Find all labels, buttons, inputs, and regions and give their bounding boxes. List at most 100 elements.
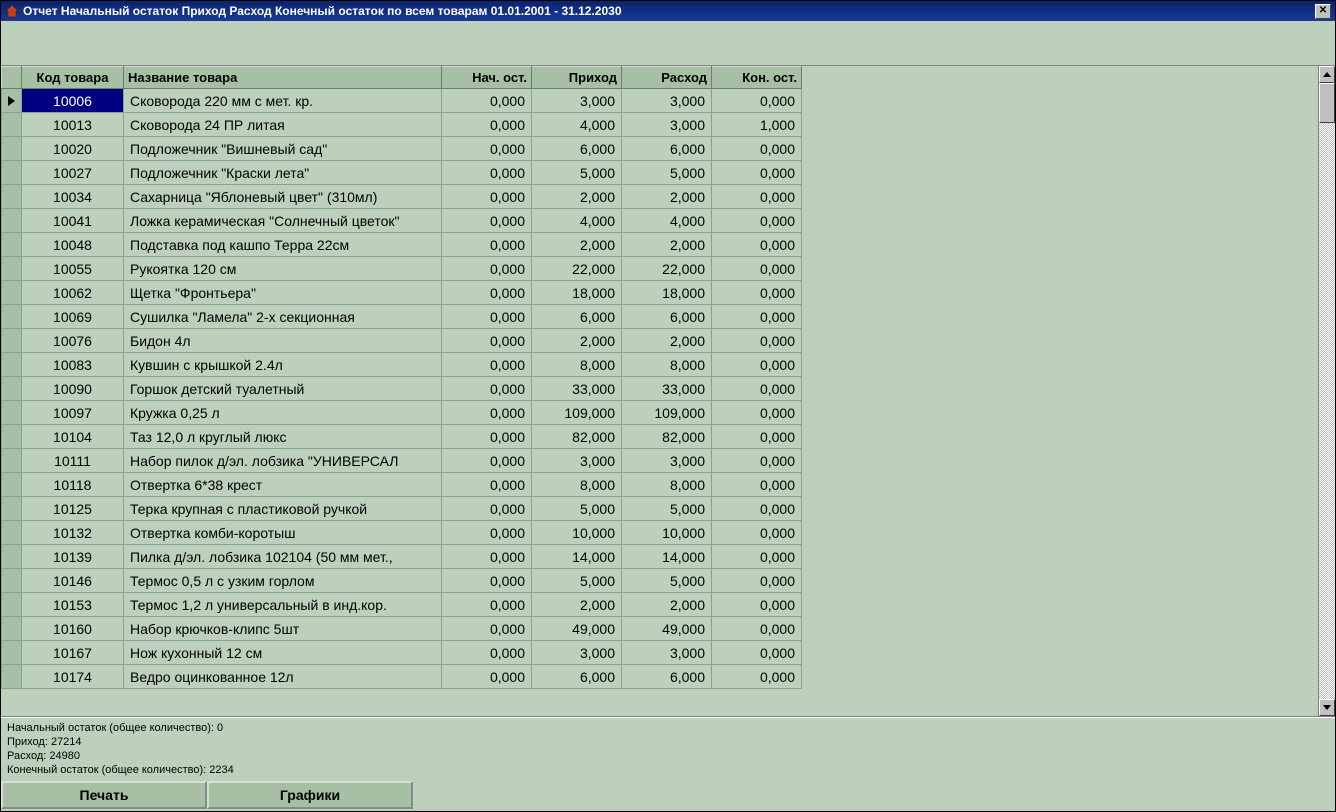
cell-end[interactable]: 1,000	[712, 113, 802, 137]
cell-name[interactable]: Кружка 0,25 л	[124, 401, 442, 425]
cell-in[interactable]: 5,000	[532, 569, 622, 593]
cell-out[interactable]: 4,000	[622, 209, 712, 233]
header-code[interactable]: Код товара	[22, 67, 124, 89]
cell-code[interactable]: 10013	[22, 113, 124, 137]
cell-start[interactable]: 0,000	[442, 425, 532, 449]
cell-start[interactable]: 0,000	[442, 665, 532, 689]
charts-button[interactable]: Графики	[207, 781, 413, 809]
titlebar[interactable]: Отчет Начальный остаток Приход Расход Ко…	[1, 1, 1335, 21]
cell-start[interactable]: 0,000	[442, 401, 532, 425]
row-selector[interactable]	[2, 305, 22, 329]
cell-name[interactable]: Сахарница "Яблоневый цвет" (310мл)	[124, 185, 442, 209]
table-row[interactable]: 10013Сковорода 24 ПР литая0,0004,0003,00…	[2, 113, 802, 137]
cell-start[interactable]: 0,000	[442, 497, 532, 521]
cell-out[interactable]: 3,000	[622, 449, 712, 473]
cell-out[interactable]: 5,000	[622, 161, 712, 185]
header-name[interactable]: Название товара	[124, 67, 442, 89]
row-selector[interactable]	[2, 665, 22, 689]
cell-start[interactable]: 0,000	[442, 137, 532, 161]
row-selector[interactable]	[2, 401, 22, 425]
cell-name[interactable]: Нож кухонный 12 см	[124, 641, 442, 665]
cell-end[interactable]: 0,000	[712, 545, 802, 569]
scroll-down-button[interactable]	[1319, 699, 1335, 716]
cell-start[interactable]: 0,000	[442, 353, 532, 377]
cell-start[interactable]: 0,000	[442, 281, 532, 305]
cell-in[interactable]: 3,000	[532, 641, 622, 665]
table-row[interactable]: 10097Кружка 0,25 л0,000109,000109,0000,0…	[2, 401, 802, 425]
cell-start[interactable]: 0,000	[442, 305, 532, 329]
cell-out[interactable]: 109,000	[622, 401, 712, 425]
cell-end[interactable]: 0,000	[712, 473, 802, 497]
cell-code[interactable]: 10146	[22, 569, 124, 593]
row-selector[interactable]	[2, 89, 22, 113]
row-selector[interactable]	[2, 353, 22, 377]
cell-start[interactable]: 0,000	[442, 329, 532, 353]
table-row[interactable]: 10139Пилка д/эл. лобзика 102104 (50 мм м…	[2, 545, 802, 569]
cell-out[interactable]: 2,000	[622, 233, 712, 257]
cell-in[interactable]: 2,000	[532, 233, 622, 257]
cell-out[interactable]: 5,000	[622, 497, 712, 521]
cell-start[interactable]: 0,000	[442, 209, 532, 233]
vertical-scrollbar[interactable]	[1318, 66, 1335, 716]
cell-in[interactable]: 3,000	[532, 89, 622, 113]
cell-end[interactable]: 0,000	[712, 449, 802, 473]
cell-name[interactable]: Кувшин с крышкой 2.4л	[124, 353, 442, 377]
row-selector[interactable]	[2, 161, 22, 185]
cell-in[interactable]: 4,000	[532, 209, 622, 233]
row-selector[interactable]	[2, 521, 22, 545]
cell-in[interactable]: 8,000	[532, 473, 622, 497]
cell-out[interactable]: 5,000	[622, 569, 712, 593]
cell-in[interactable]: 4,000	[532, 113, 622, 137]
cell-code[interactable]: 10069	[22, 305, 124, 329]
scroll-thumb[interactable]	[1319, 83, 1335, 123]
cell-out[interactable]: 18,000	[622, 281, 712, 305]
cell-name[interactable]: Пилка д/эл. лобзика 102104 (50 мм мет.,	[124, 545, 442, 569]
cell-out[interactable]: 3,000	[622, 113, 712, 137]
cell-end[interactable]: 0,000	[712, 569, 802, 593]
cell-start[interactable]: 0,000	[442, 113, 532, 137]
header-selector[interactable]	[2, 67, 22, 89]
cell-end[interactable]: 0,000	[712, 89, 802, 113]
cell-code[interactable]: 10167	[22, 641, 124, 665]
row-selector[interactable]	[2, 641, 22, 665]
row-selector[interactable]	[2, 497, 22, 521]
cell-in[interactable]: 2,000	[532, 329, 622, 353]
table-row[interactable]: 10083Кувшин с крышкой 2.4л0,0008,0008,00…	[2, 353, 802, 377]
cell-end[interactable]: 0,000	[712, 617, 802, 641]
table-row[interactable]: 10062Щетка "Фронтьера"0,00018,00018,0000…	[2, 281, 802, 305]
cell-end[interactable]: 0,000	[712, 233, 802, 257]
cell-in[interactable]: 18,000	[532, 281, 622, 305]
row-selector[interactable]	[2, 593, 22, 617]
cell-name[interactable]: Сушилка "Ламела" 2-х секционная	[124, 305, 442, 329]
table-row[interactable]: 10041Ложка керамическая "Солнечный цвето…	[2, 209, 802, 233]
cell-name[interactable]: Набор пилок д/эл. лобзика "УНИВЕРСАЛ	[124, 449, 442, 473]
cell-code[interactable]: 10006	[22, 89, 124, 113]
row-selector[interactable]	[2, 545, 22, 569]
cell-in[interactable]: 5,000	[532, 497, 622, 521]
cell-code[interactable]: 10034	[22, 185, 124, 209]
cell-end[interactable]: 0,000	[712, 593, 802, 617]
row-selector[interactable]	[2, 257, 22, 281]
scroll-track[interactable]	[1319, 83, 1335, 699]
cell-start[interactable]: 0,000	[442, 617, 532, 641]
cell-out[interactable]: 3,000	[622, 641, 712, 665]
cell-name[interactable]: Набор крючков-клипс 5шт	[124, 617, 442, 641]
row-selector[interactable]	[2, 425, 22, 449]
table-row[interactable]: 10020Подложечник "Вишневый сад"0,0006,00…	[2, 137, 802, 161]
row-selector[interactable]	[2, 233, 22, 257]
cell-in[interactable]: 2,000	[532, 185, 622, 209]
cell-in[interactable]: 6,000	[532, 305, 622, 329]
table-row[interactable]: 10034Сахарница "Яблоневый цвет" (310мл)0…	[2, 185, 802, 209]
table-row[interactable]: 10048Подставка под кашпо Терра 22см0,000…	[2, 233, 802, 257]
cell-out[interactable]: 33,000	[622, 377, 712, 401]
cell-code[interactable]: 10020	[22, 137, 124, 161]
cell-start[interactable]: 0,000	[442, 569, 532, 593]
cell-in[interactable]: 109,000	[532, 401, 622, 425]
row-selector[interactable]	[2, 569, 22, 593]
table-row[interactable]: 10069Сушилка "Ламела" 2-х секционная0,00…	[2, 305, 802, 329]
table-row[interactable]: 10055Рукоятка 120 см0,00022,00022,0000,0…	[2, 257, 802, 281]
cell-name[interactable]: Подставка под кашпо Терра 22см	[124, 233, 442, 257]
row-selector[interactable]	[2, 113, 22, 137]
cell-end[interactable]: 0,000	[712, 209, 802, 233]
cell-in[interactable]: 6,000	[532, 665, 622, 689]
